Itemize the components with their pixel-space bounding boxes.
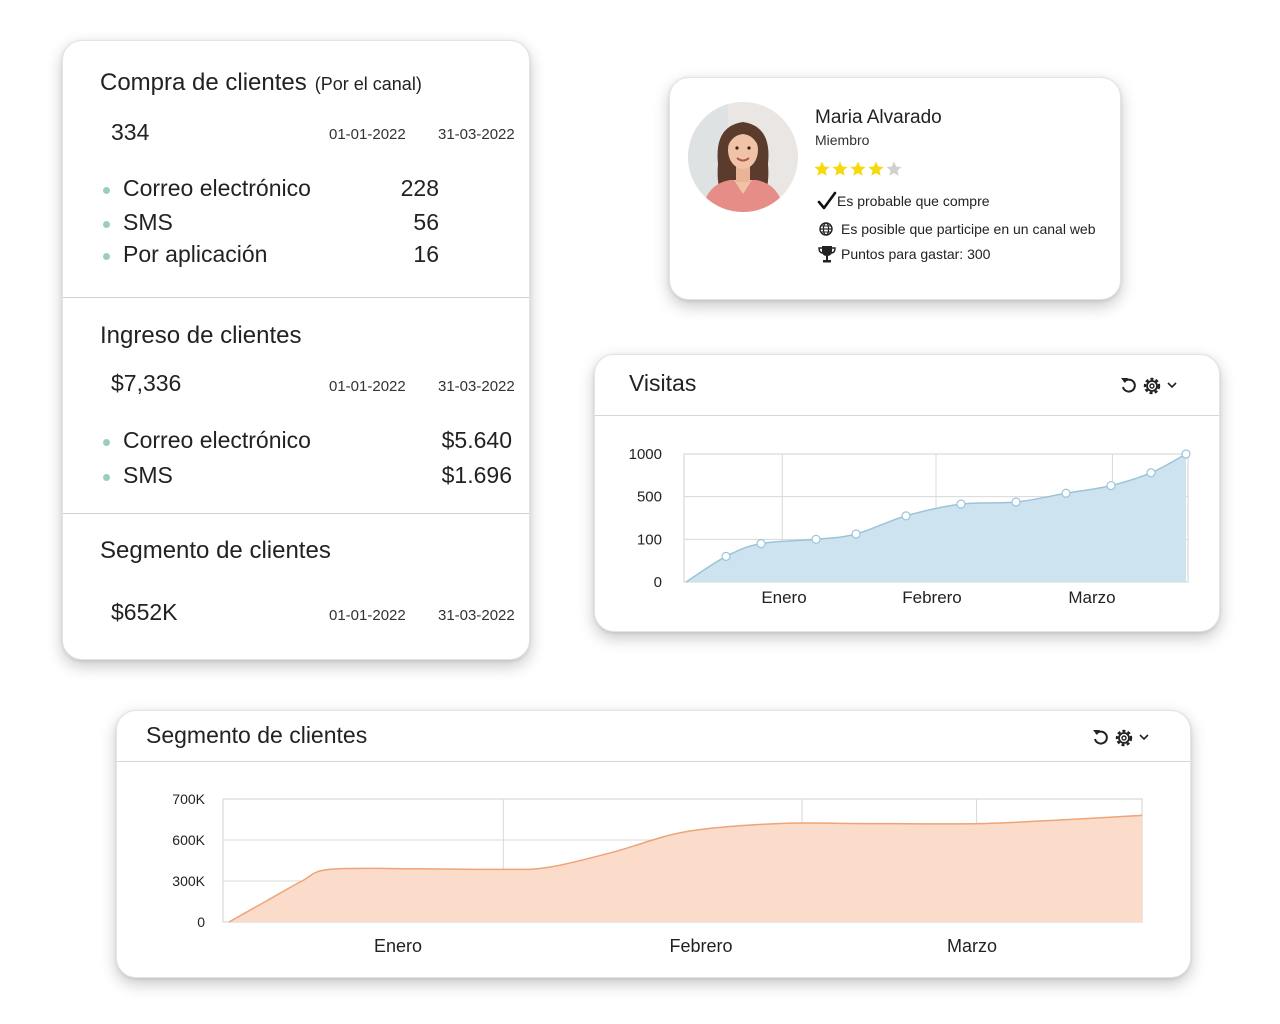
globe-icon	[817, 219, 837, 239]
web-channel-text: Es posible que participe en un canal web	[841, 221, 1096, 237]
purchases-subtitle: (Por el canal)	[314, 74, 422, 94]
y-tick-label: 0	[197, 914, 205, 930]
revenue-date-to: 31-03-2022	[438, 378, 515, 395]
visits-chart: 0 100 500 1000 Enero Febrero Marzo	[629, 446, 1191, 607]
y-tick-label: 100	[637, 531, 662, 548]
revenue-date-from: 01-01-2022	[329, 378, 406, 395]
purchases-date-to: 31-03-2022	[438, 126, 515, 143]
revenue-channel-row: SMS $1.696	[103, 462, 523, 492]
avatar	[688, 102, 798, 212]
x-tick-label: Enero	[761, 588, 806, 607]
purchases-title: Compra de clientes	[100, 69, 307, 96]
segment-summary-total: $652K	[111, 599, 178, 625]
channel-label: Correo electrónico	[123, 175, 311, 201]
y-tick-label: 1000	[629, 446, 662, 463]
profile-name: Maria Alvarado	[815, 107, 942, 128]
x-tick-label: Febrero	[902, 588, 962, 607]
section-divider	[63, 297, 529, 298]
revenue-channel-row: Correo electrónico $5.640	[103, 427, 523, 457]
profile-role: Miembro	[815, 132, 870, 148]
star-icon	[885, 160, 903, 178]
data-point	[851, 529, 861, 539]
data-point	[721, 551, 731, 561]
purchases-channel-row: Por aplicación 16	[103, 241, 523, 271]
purchases-total: 334	[111, 119, 150, 145]
data-point	[756, 539, 766, 549]
segment-date-from: 01-01-2022	[329, 607, 406, 624]
segment-summary-title: Segmento de clientes	[100, 537, 331, 564]
x-tick-label: Marzo	[947, 936, 997, 956]
channel-value: $1.696	[441, 462, 512, 488]
channel-value: 56	[413, 209, 439, 235]
points-text: Puntos para gastar: 300	[841, 246, 991, 262]
data-point	[811, 534, 821, 544]
x-tick-label: Febrero	[669, 936, 732, 956]
segment-chart: 0 300K 600K 700K Enero Febrero Marzo	[172, 791, 1143, 956]
segment-chart-card: Segmento de clientes 0 300K 600K 700K Enero F…	[116, 710, 1191, 978]
revenue-title: Ingreso de clientes	[100, 322, 302, 349]
rating-stars	[813, 160, 903, 178]
trophy-icon	[817, 244, 837, 264]
data-point	[1011, 497, 1021, 507]
y-tick-label: 700K	[172, 791, 205, 807]
y-tick-label: 0	[654, 574, 662, 591]
revenue-total: $7,336	[111, 370, 182, 396]
channel-value: 16	[413, 241, 439, 267]
y-tick-label: 300K	[172, 873, 205, 889]
bullet-dot	[103, 221, 110, 228]
star-icon	[849, 160, 867, 178]
channel-label: SMS	[123, 209, 173, 235]
channel-value: 228	[400, 175, 439, 201]
customer-stats-card: Compra de clientes (Por el canal) 334 01-…	[62, 40, 530, 660]
likely-buy-text: Es probable que compre	[837, 193, 990, 209]
purchases-date-from: 01-01-2022	[329, 126, 406, 143]
data-point	[1146, 468, 1156, 478]
purchases-channel-row: SMS 56	[103, 209, 523, 239]
data-point	[1106, 480, 1116, 491]
star-icon	[831, 160, 849, 178]
star-icon	[867, 160, 885, 178]
customer-profile-card: Maria Alvarado Miembro Es probable que c…	[669, 77, 1121, 300]
y-tick-label: 500	[637, 489, 662, 506]
star-icon	[813, 160, 831, 178]
segment-date-to: 31-03-2022	[438, 607, 515, 624]
channel-value: $5.640	[441, 427, 512, 453]
check-icon	[817, 191, 837, 211]
bullet-dot	[103, 474, 110, 481]
data-point	[956, 499, 966, 509]
purchases-channel-row: Correo electrónico 228	[103, 175, 523, 205]
visits-chart-card: Visitas 0 100 500 1000 Enero Febrero Marzo	[594, 354, 1220, 632]
section-divider	[63, 513, 529, 514]
channel-label: Correo electrónico	[123, 427, 311, 453]
y-tick-label: 600K	[172, 832, 205, 848]
bullet-dot	[103, 439, 110, 446]
x-tick-label: Enero	[374, 936, 422, 956]
data-point	[1061, 488, 1071, 498]
bullet-dot	[103, 253, 110, 260]
channel-label: Por aplicación	[123, 241, 268, 267]
channel-label: SMS	[123, 462, 173, 488]
x-tick-label: Marzo	[1068, 588, 1115, 607]
data-point	[1181, 449, 1191, 459]
purchases-title-row: Compra de clientes (Por el canal)	[100, 69, 422, 97]
data-point	[901, 511, 911, 521]
bullet-dot	[103, 187, 110, 194]
